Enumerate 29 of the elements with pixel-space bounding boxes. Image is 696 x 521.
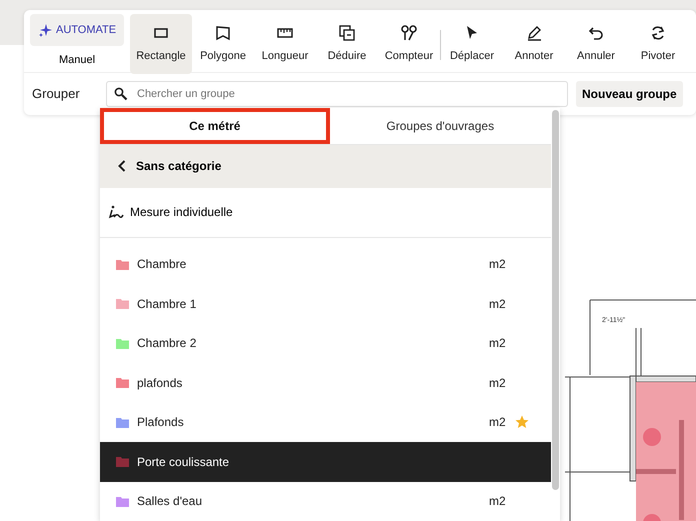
measure-pen-icon <box>108 205 124 220</box>
pins-icon <box>400 24 418 42</box>
back-button[interactable]: Sans catégorie <box>100 144 551 188</box>
individual-measure-item[interactable]: Mesure individuelle <box>100 188 551 238</box>
polygon-icon <box>214 24 232 42</box>
tool-button[interactable]: Longueur <box>254 14 316 74</box>
tool-button[interactable]: Déduire <box>316 14 378 74</box>
rotate-icon <box>649 24 667 42</box>
scrollbar-thumb[interactable] <box>552 110 559 490</box>
star-icon[interactable] <box>515 415 529 430</box>
tool-button[interactable]: Pivoter <box>627 14 689 74</box>
new-group-button[interactable]: Nouveau groupe <box>576 81 683 107</box>
tool-button[interactable]: Compteur <box>378 14 440 74</box>
tool-button[interactable]: Polygone <box>192 14 254 74</box>
group-item[interactable]: Porte coulissante <box>100 442 551 482</box>
pen-icon <box>525 24 543 42</box>
tool-button[interactable]: Rectangle <box>130 14 192 74</box>
tool-button[interactable]: Annuler <box>565 14 627 74</box>
tool-button[interactable]: Annoter <box>503 14 565 74</box>
overlapping-squares-icon <box>338 24 356 42</box>
tab[interactable]: Ce métré <box>100 108 330 144</box>
group-item[interactable]: Salles d'eau m2 <box>100 482 551 521</box>
search-field[interactable]: Chercher un groupe <box>106 81 568 107</box>
automate-button[interactable]: AUTOMATE <box>30 14 124 46</box>
group-label: Grouper <box>32 85 81 104</box>
chevron-left-icon <box>118 160 126 172</box>
sparkle-icon <box>38 23 52 37</box>
manual-button[interactable]: Manuel <box>24 46 130 68</box>
tool-button[interactable]: Déplacer <box>441 14 503 74</box>
